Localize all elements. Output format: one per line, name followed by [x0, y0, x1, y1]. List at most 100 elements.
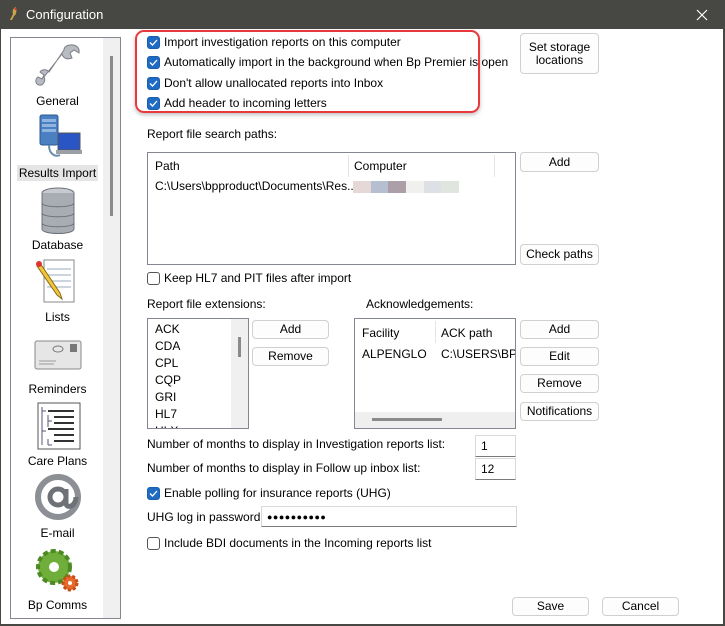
checkbox-unchecked[interactable]	[147, 536, 160, 550]
acknowledgements-list[interactable]: Facility ACK path ALPENGLO C:\USERS\BP	[354, 318, 516, 429]
scrollbar-thumb[interactable]	[110, 56, 113, 216]
sidebar-item-label: Bp Comms	[27, 598, 88, 612]
checkbox-label: Don't allow unallocated reports into Inb…	[164, 76, 384, 90]
ack-remove-button[interactable]: Remove	[520, 374, 599, 393]
extension-list-item[interactable]: CQP	[155, 373, 181, 387]
sidebar-item-general[interactable]: General	[11, 41, 104, 109]
wrench-icon	[34, 44, 80, 86]
input-value: 1	[481, 439, 488, 453]
months-investigation-label: Number of months to display in Investiga…	[147, 437, 446, 451]
checkbox-checked[interactable]	[147, 96, 160, 110]
column-separator[interactable]	[348, 155, 349, 177]
save-button[interactable]: Save	[512, 597, 589, 616]
gears-icon	[35, 549, 78, 592]
checkbox-checked[interactable]	[147, 486, 160, 500]
extensions-scrollbar[interactable]	[231, 319, 248, 428]
extension-list-item[interactable]: CDA	[155, 339, 180, 353]
auto-import-checkbox[interactable]: Automatically import in the background w…	[147, 55, 508, 69]
extensions-label: Report file extensions:	[147, 297, 266, 311]
enable-polling-checkbox[interactable]: Enable polling for insurance reports (UH…	[147, 486, 391, 500]
paths-add-button[interactable]: Add	[520, 152, 599, 172]
input-value: ●●●●●●●●●●	[267, 511, 327, 522]
extension-list-item[interactable]: GRI	[155, 390, 176, 404]
scrollbar-thumb[interactable]	[238, 337, 241, 357]
column-header-path[interactable]: Path	[155, 159, 180, 173]
extensions-remove-button[interactable]: Remove	[252, 347, 329, 366]
sidebar-item-results-import[interactable]: Results Import	[11, 113, 104, 181]
add-header-checkbox[interactable]: Add header to incoming letters	[147, 96, 327, 110]
checkbox-label: Keep HL7 and PIT files after import	[164, 271, 352, 285]
ack-edit-button[interactable]: Edit	[520, 347, 599, 366]
close-icon	[696, 9, 708, 20]
window-title: Configuration	[26, 7, 104, 22]
extension-list-item[interactable]: HL7	[155, 407, 177, 421]
acknowledgements-label: Acknowledgements:	[366, 297, 474, 311]
months-investigation-input[interactable]: 1	[475, 435, 516, 457]
ack-horizontal-scrollbar[interactable]	[355, 412, 515, 428]
sidebar-item-email[interactable]: E-mail	[11, 473, 104, 541]
ack-path-cell: C:\USERS\BP	[441, 347, 516, 361]
checkbox-label: Enable polling for insurance reports (UH…	[164, 486, 391, 500]
checkbox-label: Add header to incoming letters	[164, 96, 327, 110]
checkbox-checked[interactable]	[147, 35, 160, 49]
notepad-pencil-icon	[35, 259, 74, 303]
title-bar: Configuration	[0, 0, 725, 29]
bird-icon	[10, 7, 17, 20]
checkbox-checked[interactable]	[147, 76, 160, 90]
sidebar-item-label: Results Import	[16, 165, 99, 181]
sidebar-scrollbar[interactable]	[103, 38, 120, 618]
envelope-icon	[34, 340, 81, 370]
set-storage-locations-button[interactable]: Set storage locations	[520, 33, 599, 74]
uhg-password-input[interactable]: ●●●●●●●●●●	[261, 506, 517, 527]
database-icon	[41, 187, 74, 234]
sidebar-item-label: Lists	[45, 310, 70, 324]
column-header-computer[interactable]: Computer	[354, 159, 407, 173]
import-reports-checkbox[interactable]: Import investigation reports on this com…	[147, 35, 401, 49]
extension-list-item[interactable]: CPL	[155, 356, 178, 370]
checkbox-label: Import investigation reports on this com…	[164, 35, 401, 49]
server-computer-icon	[39, 114, 82, 157]
sidebar-item-reminders[interactable]: Reminders	[11, 329, 104, 397]
table-row[interactable]: C:\Users\bpproduct\Documents\Res...	[148, 177, 515, 195]
months-followup-input[interactable]: 12	[475, 458, 516, 480]
sidebar-item-label: Reminders	[28, 382, 87, 396]
include-bdi-checkbox[interactable]: Include BDI documents in the Incoming re…	[147, 536, 431, 550]
sidebar-item-label: Care Plans	[27, 454, 88, 468]
scrollbar-thumb[interactable]	[372, 418, 442, 421]
sidebar-item-label: Database	[31, 238, 84, 252]
no-unallocated-checkbox[interactable]: Don't allow unallocated reports into Inb…	[147, 76, 383, 90]
category-sidebar: General Results Import Database Lists Re…	[10, 37, 121, 619]
months-followup-label: Number of months to display in Follow up…	[147, 461, 421, 475]
column-header-facility[interactable]: Facility	[362, 326, 399, 340]
extensions-list[interactable]: ACK CDA CPL CQP GRI HL7 HLX	[147, 318, 249, 429]
extension-list-item[interactable]: ACK	[155, 322, 180, 336]
ack-add-button[interactable]: Add	[520, 320, 599, 339]
cancel-button[interactable]: Cancel	[602, 597, 679, 616]
column-header-ack-path[interactable]: ACK path	[441, 326, 492, 340]
sidebar-item-bp-comms[interactable]: Bp Comms	[11, 545, 104, 613]
sidebar-item-care-plans[interactable]: Care Plans	[11, 401, 104, 469]
input-value: 12	[481, 462, 495, 476]
table-row[interactable]: ALPENGLO C:\USERS\BP	[355, 345, 515, 363]
notifications-button[interactable]: Notifications	[520, 402, 599, 421]
checkbox-checked[interactable]	[147, 55, 160, 69]
column-separator[interactable]	[494, 155, 495, 177]
checkbox-unchecked[interactable]	[147, 271, 160, 285]
extensions-add-button[interactable]: Add	[252, 320, 329, 339]
extension-list-item[interactable]: HLX	[155, 424, 178, 428]
checkbox-label: Include BDI documents in the Incoming re…	[164, 536, 432, 550]
sidebar-item-lists[interactable]: Lists	[11, 257, 104, 325]
close-button[interactable]	[679, 0, 725, 29]
computer-cell-redacted	[353, 181, 460, 193]
tree-document-icon	[37, 402, 80, 450]
path-cell: C:\Users\bpproduct\Documents\Res...	[155, 179, 358, 193]
column-separator[interactable]	[435, 321, 436, 343]
sidebar-item-label: E-mail	[40, 526, 75, 540]
keep-files-checkbox[interactable]: Keep HL7 and PIT files after import	[147, 271, 351, 285]
search-paths-label: Report file search paths:	[147, 127, 278, 141]
check-paths-button[interactable]: Check paths	[520, 244, 599, 265]
sidebar-item-database[interactable]: Database	[11, 185, 104, 253]
search-paths-list[interactable]: Path Computer C:\Users\bpproduct\Documen…	[147, 152, 516, 265]
checkbox-label: Automatically import in the background w…	[164, 55, 509, 69]
facility-cell: ALPENGLO	[362, 347, 427, 361]
